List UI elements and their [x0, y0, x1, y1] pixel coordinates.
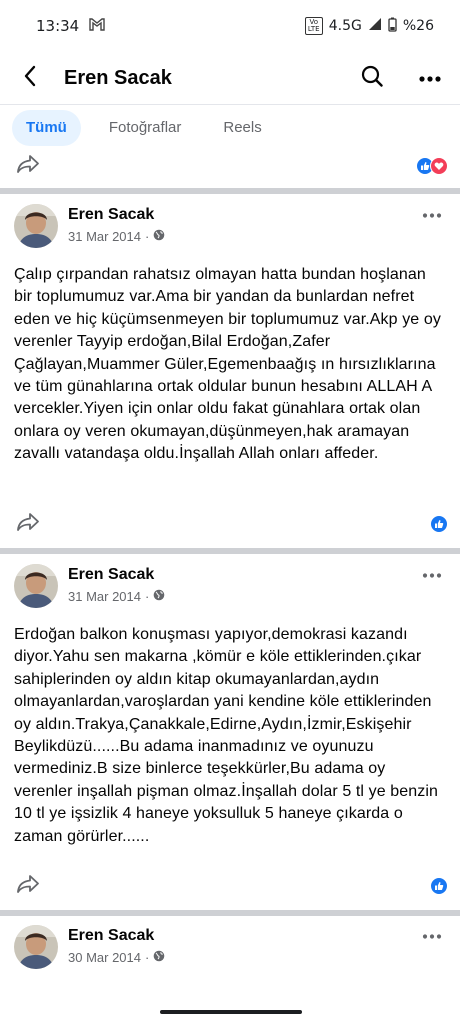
meta-separator: · [145, 589, 150, 604]
share-icon [16, 874, 40, 899]
previous-post-actions [0, 146, 460, 186]
post-subline: 31 Mar 2014 · [68, 589, 165, 604]
post-card: Eren Sacak 31 Mar 2014 · Çalıp çırpandan… [0, 204, 460, 466]
post-header: Eren Sacak 31 Mar 2014 · [0, 204, 460, 254]
share-icon [16, 154, 40, 179]
status-right: Vo LTE 4.5G %26 [304, 17, 434, 36]
navigation-gesture-bar[interactable] [160, 1010, 302, 1014]
love-reaction-icon [430, 157, 448, 175]
share-icon [16, 512, 40, 537]
page-title: Eren Sacak [64, 66, 172, 89]
back-button[interactable] [16, 64, 44, 92]
status-left: 13:34 [36, 17, 105, 35]
post-actions [0, 504, 460, 544]
signal-icon [368, 17, 382, 35]
post-text: Çalıp çırpandan rahatsız olmayan hatta b… [14, 266, 441, 463]
share-button[interactable] [14, 152, 42, 180]
header-actions [358, 64, 444, 92]
post-author[interactable]: Eren Sacak [68, 566, 165, 584]
search-icon [361, 65, 383, 92]
reactions-summary[interactable] [416, 157, 448, 175]
more-horizontal-icon [422, 565, 442, 583]
tab-photos[interactable]: Fotoğraflar [95, 110, 196, 146]
search-button[interactable] [358, 64, 386, 92]
post-date[interactable]: 30 Mar 2014 [68, 950, 141, 965]
tab-reels[interactable]: Reels [209, 110, 275, 146]
avatar[interactable] [14, 925, 58, 969]
globe-icon [153, 229, 165, 244]
app-header: Eren Sacak [0, 52, 460, 104]
post-author[interactable]: Eren Sacak [68, 206, 165, 224]
filter-tabs: Tümü Fotoğraflar Reels [0, 104, 460, 150]
meta-separator: · [145, 229, 150, 244]
avatar[interactable] [14, 204, 58, 248]
share-button[interactable] [14, 510, 42, 538]
post-header: Eren Sacak 31 Mar 2014 · [0, 564, 460, 614]
more-options-button[interactable] [416, 64, 444, 92]
gmail-icon [89, 17, 105, 35]
share-button[interactable] [14, 872, 42, 900]
avatar[interactable] [14, 564, 58, 608]
post-date[interactable]: 31 Mar 2014 [68, 229, 141, 244]
meta-separator: · [145, 950, 150, 965]
more-horizontal-icon [419, 69, 441, 87]
post-divider [0, 188, 460, 194]
post-subline: 30 Mar 2014 · [68, 950, 165, 965]
like-reaction-icon [430, 877, 448, 895]
post-divider [0, 910, 460, 916]
globe-icon [153, 589, 165, 604]
volte-icon: Vo LTE [304, 17, 323, 35]
post-divider [0, 548, 460, 554]
reactions-summary[interactable] [430, 877, 448, 895]
like-reaction-icon [430, 515, 448, 533]
post-author[interactable]: Eren Sacak [68, 927, 165, 945]
post-card: Eren Sacak 30 Mar 2014 · [0, 925, 460, 975]
more-horizontal-icon [422, 205, 442, 223]
status-time: 13:34 [36, 17, 80, 35]
post-meta: Eren Sacak 31 Mar 2014 · [68, 204, 165, 244]
battery-level: %26 [402, 18, 434, 34]
post-meta: Eren Sacak 30 Mar 2014 · [68, 925, 165, 965]
post-header: Eren Sacak 30 Mar 2014 · [0, 925, 460, 975]
volte-bottom-text: LTE [307, 25, 320, 33]
post-meta: Eren Sacak 31 Mar 2014 · [68, 564, 165, 604]
post-more-button[interactable] [418, 925, 446, 945]
post-text: Erdoğan balkon konuşması yapıyor,demokra… [14, 626, 438, 845]
reactions-summary[interactable] [430, 515, 448, 533]
post-actions [0, 866, 460, 906]
post-subline: 31 Mar 2014 · [68, 229, 165, 244]
more-horizontal-icon [422, 926, 442, 944]
status-bar: 13:34 Vo LTE 4.5G %26 [0, 0, 460, 52]
arrow-left-icon [23, 65, 37, 92]
globe-icon [153, 950, 165, 965]
network-type: 4.5G [328, 18, 362, 34]
post-more-button[interactable] [418, 204, 446, 224]
tab-all[interactable]: Tümü [12, 109, 81, 146]
post-card: Eren Sacak 31 Mar 2014 · Erdoğan balkon … [0, 564, 460, 848]
battery-icon [388, 17, 397, 36]
post-more-button[interactable] [418, 564, 446, 584]
post-date[interactable]: 31 Mar 2014 [68, 589, 141, 604]
